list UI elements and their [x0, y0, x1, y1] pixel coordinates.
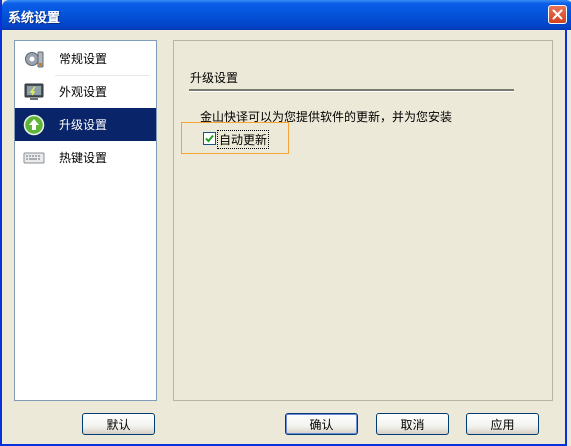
settings-panel: 升级设置 金山快译可以为您提供软件的更新，并为您安装: [173, 40, 553, 401]
close-icon: [552, 9, 563, 20]
sidebar-item-general[interactable]: 常规设置: [15, 42, 156, 75]
section-title: 升级设置: [190, 71, 239, 85]
keyboard-icon: [23, 147, 45, 169]
sidebar-item-upgrade[interactable]: 升级设置: [15, 108, 156, 141]
sidebar-item-label: 热键设置: [59, 151, 108, 165]
auto-update-label[interactable]: 自动更新: [216, 130, 270, 149]
settings-category-list: 常规设置 外观设置 升级设置 热键设置: [14, 40, 157, 401]
settings-dialog: 系统设置 常规设置 外观设置 升级设置 热键设置 升级设置 金山快译可以为您提供…: [0, 0, 571, 446]
default-button[interactable]: 默认: [82, 413, 155, 435]
sidebar-item-label: 常规设置: [59, 52, 108, 66]
monitor-icon: [23, 81, 45, 103]
sidebar-item-appearance[interactable]: 外观设置: [15, 75, 156, 108]
auto-update-checkbox[interactable]: [203, 132, 216, 145]
cancel-button[interactable]: 取消: [376, 413, 449, 435]
gear-settings-icon: [23, 48, 45, 70]
title-bar[interactable]: 系统设置: [2, 0, 571, 30]
window-title: 系统设置: [8, 11, 61, 26]
section-divider: [189, 89, 514, 92]
upgrade-arrow-icon: [23, 114, 45, 136]
close-button[interactable]: [548, 5, 567, 24]
sidebar-item-label: 升级设置: [59, 118, 108, 132]
ok-button[interactable]: 确认: [285, 413, 358, 435]
apply-button[interactable]: 应用: [466, 413, 539, 435]
sidebar-item-hotkeys[interactable]: 热键设置: [15, 141, 156, 174]
sidebar-item-label: 外观设置: [59, 85, 108, 99]
checkmark-icon: [205, 134, 214, 143]
